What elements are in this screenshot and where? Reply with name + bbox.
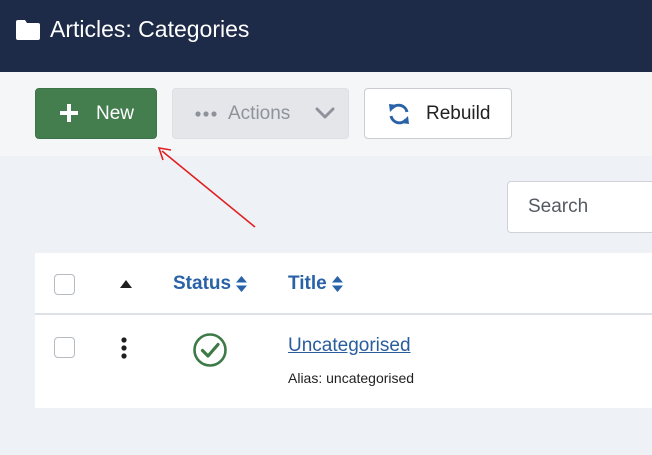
sort-icon (236, 276, 248, 292)
select-all-checkbox[interactable] (54, 274, 75, 295)
sort-icon (331, 276, 343, 292)
toolbar: New Actions Rebuild (0, 72, 652, 156)
new-button[interactable]: New (35, 88, 157, 139)
categories-table: Status Title Uncategorised Alias: uncate (35, 253, 652, 408)
rebuild-button-label: Rebuild (426, 103, 491, 124)
search-input[interactable] (507, 181, 652, 233)
title-column-header[interactable]: Title (288, 273, 343, 295)
folder-icon (16, 20, 40, 40)
new-button-label: New (96, 103, 135, 124)
ellipsis-icon (195, 111, 217, 117)
actions-button-label: Actions (228, 103, 291, 124)
chevron-down-icon (315, 107, 335, 119)
row-checkbox[interactable] (54, 337, 75, 358)
category-title-link[interactable]: Uncategorised (288, 335, 411, 357)
published-check-icon[interactable] (192, 332, 228, 368)
plus-icon (60, 104, 78, 122)
title-column-label: Title (288, 273, 327, 294)
sort-ordering-icon[interactable] (120, 280, 132, 288)
status-column-header[interactable]: Status (173, 273, 248, 295)
page-header: Articles: Categories (0, 0, 652, 72)
drag-handle-icon[interactable] (121, 337, 127, 359)
table-row: Uncategorised Alias: uncategorised (35, 317, 652, 408)
status-column-label: Status (173, 273, 232, 294)
category-alias: Alias: uncategorised (288, 370, 415, 386)
table-header: Status Title (35, 253, 652, 315)
page-title: Articles: Categories (50, 16, 250, 42)
rebuild-button[interactable]: Rebuild (364, 88, 512, 139)
sync-icon (389, 103, 409, 125)
actions-dropdown-button[interactable]: Actions (172, 88, 349, 139)
